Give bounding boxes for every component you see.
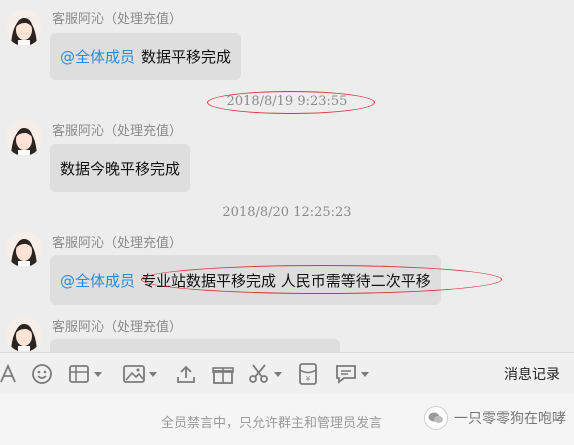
avatar[interactable] — [6, 10, 42, 46]
chat-area: 客服阿沁（处理充值） @全体成员 数据平移完成 2018/8/19 9:23:5… — [0, 0, 574, 352]
screenshot-icon[interactable] — [248, 362, 282, 386]
avatar[interactable] — [6, 231, 42, 267]
mute-notice: 全员禁言中，只允许群主和管理员发言 — [161, 416, 383, 431]
message-bubble — [50, 339, 340, 352]
font-icon[interactable] — [0, 362, 16, 386]
sender-name[interactable]: 客服阿沁（处理充值） — [52, 8, 182, 27]
sender-name[interactable]: 客服阿沁（处理充值） — [52, 232, 182, 251]
gift-icon[interactable] — [212, 362, 234, 386]
svg-text:¥: ¥ — [306, 375, 311, 383]
message-bubble: @全体成员 专业站数据平移完成 人民币需等待二次平移 — [50, 255, 441, 305]
message-history-button[interactable]: 消息记录 — [504, 364, 560, 384]
input-area: 全员禁言中，只允许群主和管理员发言 一只零零狗在咆哮 — [0, 394, 574, 445]
avatar[interactable] — [6, 316, 42, 352]
message-text: 专业站数据平移完成 人民币需等待二次平移 — [141, 271, 431, 290]
sender-name[interactable]: 客服阿沁（处理充值） — [52, 316, 182, 335]
chat-record-icon[interactable] — [335, 362, 369, 386]
redpacket-icon[interactable]: ¥ — [299, 362, 317, 386]
message-timestamp: 2018/8/20 12:25:23 — [222, 205, 352, 220]
sticker-icon[interactable] — [68, 362, 102, 386]
emoji-icon[interactable] — [31, 362, 53, 386]
avatar[interactable] — [6, 120, 42, 156]
message-timestamp: 2018/8/19 9:23:55 — [226, 94, 348, 109]
message-bubble: @全体成员 数据平移完成 — [50, 33, 242, 80]
message-bubble: 数据今晚平移完成 — [50, 144, 191, 192]
sender-name[interactable]: 客服阿沁（处理充值） — [52, 120, 182, 139]
mention-all[interactable]: @全体成员 — [60, 46, 135, 67]
mention-all[interactable]: @全体成员 — [60, 270, 135, 291]
message-text: 数据平移完成 — [141, 48, 232, 66]
wechat-icon — [424, 406, 448, 430]
input-toolbar: ¥ 消息记录 — [0, 352, 574, 394]
upload-icon[interactable] — [176, 362, 196, 386]
watermark-text: 一只零零狗在咆哮 — [454, 411, 566, 427]
watermark: 一只零零狗在咆哮 — [424, 406, 566, 430]
message-text: 数据今晚平移完成 — [60, 159, 181, 178]
image-icon[interactable] — [123, 362, 157, 386]
